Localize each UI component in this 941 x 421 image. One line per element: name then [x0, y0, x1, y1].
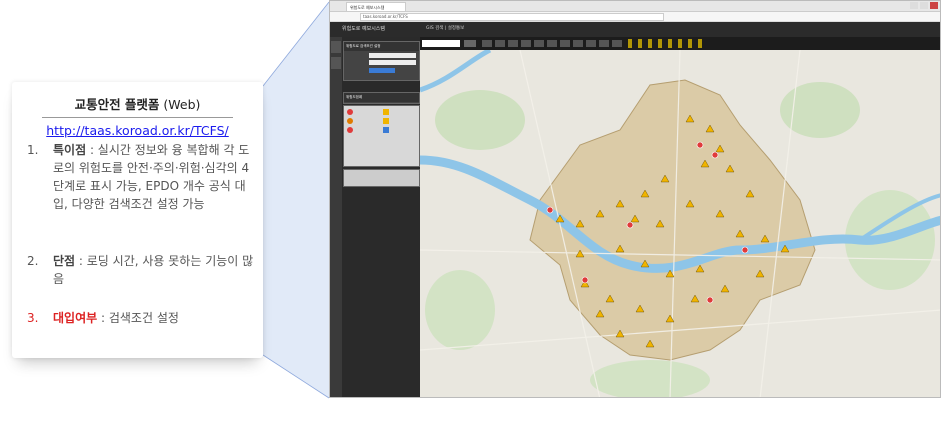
condition-box: 위험도로 검색조건 설정	[343, 41, 420, 81]
item-number: 2.	[27, 254, 39, 268]
legend-header: 위험도범례	[343, 92, 420, 104]
legend-box	[343, 105, 420, 167]
item-text: : 로딩 시간, 사용 못하는 기능이 많음	[53, 254, 254, 286]
search-button[interactable]	[368, 68, 395, 73]
info-icon	[382, 127, 389, 133]
legend-title: 위험도범례	[344, 93, 419, 102]
app-title: 위험도로 예보시스템	[342, 26, 385, 32]
notice-box	[343, 169, 420, 187]
app-header: 위험도로 예보시스템 GIS 검색 | 설정통보	[330, 22, 940, 38]
item-label: 특이점	[53, 143, 87, 157]
map-search-input[interactable]	[422, 40, 460, 47]
close-icon[interactable]	[930, 2, 938, 9]
map-tool-icons[interactable]	[628, 39, 708, 48]
layer-icon[interactable]	[331, 41, 341, 53]
taas-link[interactable]: http://taas.koroad.or.kr/TCFS/	[12, 123, 263, 138]
browser-tabbar: 위험도로 예보시스템	[330, 1, 940, 12]
item-number: 1.	[27, 143, 39, 157]
danger-icon	[347, 109, 353, 115]
map-toolbar	[420, 37, 940, 50]
info-card: 교통안전 플랫폼 (Web) http://taas.koroad.or.kr/…	[12, 82, 263, 358]
card-title-suffix: (Web)	[159, 97, 201, 112]
caution-icon	[347, 118, 353, 124]
minimize-icon[interactable]	[910, 2, 918, 9]
search-panel: 위험도로 검색조건 설정 위험도범례	[330, 37, 420, 397]
seoul-risk-map[interactable]	[420, 50, 941, 398]
card-title: 교통안전 플랫폼 (Web)	[12, 94, 263, 113]
warning-icon	[382, 118, 389, 124]
item-label: 단점	[53, 254, 76, 268]
maximize-icon[interactable]	[920, 2, 928, 9]
panel-icon-strip	[330, 37, 342, 397]
warning-icon	[382, 109, 389, 115]
search-icon[interactable]	[331, 57, 341, 69]
app-menu-tab[interactable]: GIS 검색 | 설정통보	[426, 25, 464, 31]
address-field[interactable]: taas.koroad.or.kr/TCFS	[360, 13, 664, 21]
list-item: 3. 대입여부 : 검색조건 설정	[27, 309, 259, 327]
panel-title: 위험도로 검색조건 설정	[344, 42, 419, 51]
browser-urlbar: taas.koroad.or.kr/TCFS	[330, 12, 940, 22]
list-item: 2. 단점 : 로딩 시간, 사용 못하는 기능이 많음	[27, 252, 259, 288]
item-number: 3.	[27, 311, 39, 325]
date-field[interactable]	[369, 53, 416, 58]
divider	[42, 117, 233, 118]
map-search-button[interactable]	[464, 40, 476, 47]
danger-icon	[347, 127, 353, 133]
app-screenshot: 위험도로 예보시스템 taas.koroad.or.kr/TCFS 위험도로 예…	[329, 0, 941, 398]
map-tool-buttons[interactable]	[482, 40, 622, 47]
list-item: 1. 특이점 : 실시간 정보와 융 복합해 각 도로의 위험도를 안전·주의·…	[27, 141, 259, 213]
item-label: 대입여부	[53, 311, 98, 325]
type-select[interactable]	[369, 60, 416, 65]
card-title-main: 교통안전 플랫폼	[74, 97, 160, 112]
item-text: : 검색조건 설정	[97, 311, 179, 325]
browser-tab[interactable]: 위험도로 예보시스템	[346, 2, 406, 11]
